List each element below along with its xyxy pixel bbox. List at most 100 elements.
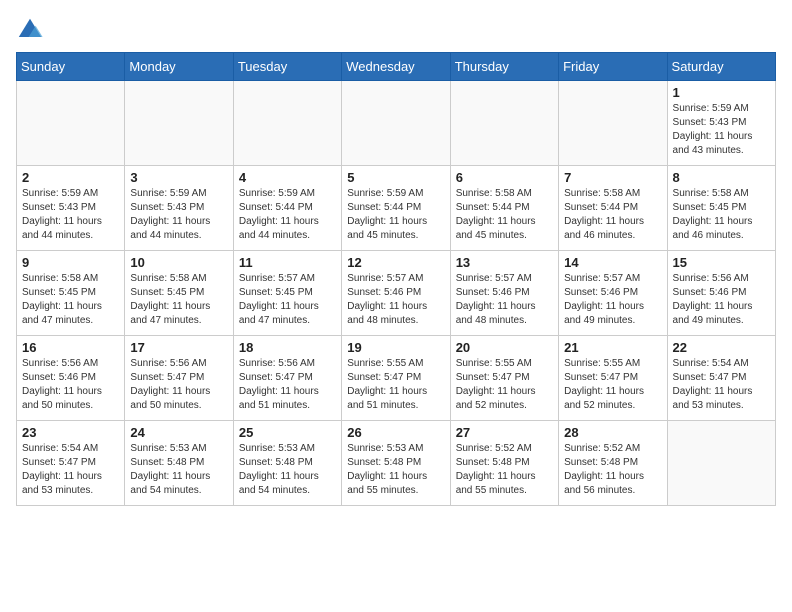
day-info: Sunrise: 5:57 AM Sunset: 5:46 PM Dayligh… [456,272,553,328]
calendar-day-header: Wednesday [342,53,450,81]
calendar-cell: 24 Sunrise: 5:53 AM Sunset: 5:48 PM Dayli… [125,421,233,506]
calendar-cell [342,81,450,166]
day-number: 15 [673,255,770,270]
calendar-cell: 16 Sunrise: 5:56 AM Sunset: 5:46 PM Dayli… [17,336,125,421]
day-info: Sunrise: 5:56 AM Sunset: 5:47 PM Dayligh… [130,357,227,413]
logo-icon [16,16,44,44]
calendar-cell: 25 Sunrise: 5:53 AM Sunset: 5:48 PM Dayli… [233,421,341,506]
calendar-cell: 18 Sunrise: 5:56 AM Sunset: 5:47 PM Dayli… [233,336,341,421]
calendar-cell [450,81,558,166]
day-info: Sunrise: 5:55 AM Sunset: 5:47 PM Dayligh… [347,357,444,413]
day-number: 7 [564,170,661,185]
calendar-cell: 22 Sunrise: 5:54 AM Sunset: 5:47 PM Dayli… [667,336,775,421]
calendar-cell: 9 Sunrise: 5:58 AM Sunset: 5:45 PM Daylig… [17,251,125,336]
day-info: Sunrise: 5:54 AM Sunset: 5:47 PM Dayligh… [22,442,119,498]
day-number: 26 [347,425,444,440]
day-number: 17 [130,340,227,355]
day-number: 5 [347,170,444,185]
calendar-cell: 1 Sunrise: 5:59 AM Sunset: 5:43 PM Daylig… [667,81,775,166]
calendar-day-header: Thursday [450,53,558,81]
day-info: Sunrise: 5:54 AM Sunset: 5:47 PM Dayligh… [673,357,770,413]
day-number: 3 [130,170,227,185]
day-number: 14 [564,255,661,270]
day-info: Sunrise: 5:59 AM Sunset: 5:43 PM Dayligh… [130,187,227,243]
calendar-cell: 7 Sunrise: 5:58 AM Sunset: 5:44 PM Daylig… [559,166,667,251]
calendar-cell: 15 Sunrise: 5:56 AM Sunset: 5:46 PM Dayli… [667,251,775,336]
calendar-cell: 3 Sunrise: 5:59 AM Sunset: 5:43 PM Daylig… [125,166,233,251]
day-info: Sunrise: 5:59 AM Sunset: 5:43 PM Dayligh… [22,187,119,243]
calendar-day-header: Monday [125,53,233,81]
day-number: 1 [673,85,770,100]
page-header [16,16,776,44]
day-info: Sunrise: 5:53 AM Sunset: 5:48 PM Dayligh… [347,442,444,498]
day-info: Sunrise: 5:58 AM Sunset: 5:44 PM Dayligh… [456,187,553,243]
day-info: Sunrise: 5:58 AM Sunset: 5:44 PM Dayligh… [564,187,661,243]
day-info: Sunrise: 5:59 AM Sunset: 5:44 PM Dayligh… [347,187,444,243]
day-info: Sunrise: 5:57 AM Sunset: 5:45 PM Dayligh… [239,272,336,328]
day-info: Sunrise: 5:55 AM Sunset: 5:47 PM Dayligh… [456,357,553,413]
calendar-header-row: SundayMondayTuesdayWednesdayThursdayFrid… [17,53,776,81]
calendar-day-header: Saturday [667,53,775,81]
day-info: Sunrise: 5:58 AM Sunset: 5:45 PM Dayligh… [22,272,119,328]
day-number: 9 [22,255,119,270]
day-number: 21 [564,340,661,355]
calendar-cell: 27 Sunrise: 5:52 AM Sunset: 5:48 PM Dayli… [450,421,558,506]
day-number: 13 [456,255,553,270]
calendar-cell: 5 Sunrise: 5:59 AM Sunset: 5:44 PM Daylig… [342,166,450,251]
calendar-cell: 21 Sunrise: 5:55 AM Sunset: 5:47 PM Dayli… [559,336,667,421]
calendar-cell [233,81,341,166]
calendar-day-header: Friday [559,53,667,81]
day-info: Sunrise: 5:55 AM Sunset: 5:47 PM Dayligh… [564,357,661,413]
day-info: Sunrise: 5:59 AM Sunset: 5:44 PM Dayligh… [239,187,336,243]
calendar-cell: 12 Sunrise: 5:57 AM Sunset: 5:46 PM Dayli… [342,251,450,336]
calendar-cell [667,421,775,506]
day-info: Sunrise: 5:52 AM Sunset: 5:48 PM Dayligh… [564,442,661,498]
calendar-cell: 10Sunrise: 5:58 AM Sunset: 5:45 PM Dayli… [125,251,233,336]
day-number: 10 [130,255,227,270]
day-number: 16 [22,340,119,355]
calendar-cell: 11 Sunrise: 5:57 AM Sunset: 5:45 PM Dayli… [233,251,341,336]
day-number: 28 [564,425,661,440]
calendar-week-row: 9 Sunrise: 5:58 AM Sunset: 5:45 PM Daylig… [17,251,776,336]
calendar-cell: 14Sunrise: 5:57 AM Sunset: 5:46 PM Dayli… [559,251,667,336]
day-info: Sunrise: 5:53 AM Sunset: 5:48 PM Dayligh… [130,442,227,498]
day-info: Sunrise: 5:52 AM Sunset: 5:48 PM Dayligh… [456,442,553,498]
day-number: 24 [130,425,227,440]
day-info: Sunrise: 5:56 AM Sunset: 5:46 PM Dayligh… [22,357,119,413]
calendar-cell: 17 Sunrise: 5:56 AM Sunset: 5:47 PM Dayli… [125,336,233,421]
day-number: 19 [347,340,444,355]
day-number: 18 [239,340,336,355]
day-info: Sunrise: 5:58 AM Sunset: 5:45 PM Dayligh… [673,187,770,243]
calendar-cell: 20Sunrise: 5:55 AM Sunset: 5:47 PM Dayli… [450,336,558,421]
day-info: Sunrise: 5:56 AM Sunset: 5:47 PM Dayligh… [239,357,336,413]
day-number: 11 [239,255,336,270]
day-number: 8 [673,170,770,185]
calendar-cell: 6 Sunrise: 5:58 AM Sunset: 5:44 PM Daylig… [450,166,558,251]
calendar-cell: 2 Sunrise: 5:59 AM Sunset: 5:43 PM Daylig… [17,166,125,251]
day-number: 2 [22,170,119,185]
day-number: 27 [456,425,553,440]
day-info: Sunrise: 5:56 AM Sunset: 5:46 PM Dayligh… [673,272,770,328]
day-number: 12 [347,255,444,270]
calendar-day-header: Sunday [17,53,125,81]
calendar-table: SundayMondayTuesdayWednesdayThursdayFrid… [16,52,776,506]
day-number: 23 [22,425,119,440]
day-info: Sunrise: 5:53 AM Sunset: 5:48 PM Dayligh… [239,442,336,498]
calendar-day-header: Tuesday [233,53,341,81]
calendar-week-row: 2 Sunrise: 5:59 AM Sunset: 5:43 PM Daylig… [17,166,776,251]
day-number: 25 [239,425,336,440]
logo [16,16,48,44]
calendar-cell: 23 Sunrise: 5:54 AM Sunset: 5:47 PM Dayli… [17,421,125,506]
calendar-cell: 26 Sunrise: 5:53 AM Sunset: 5:48 PM Dayli… [342,421,450,506]
calendar-cell: 13 Sunrise: 5:57 AM Sunset: 5:46 PM Dayli… [450,251,558,336]
calendar-week-row: 16 Sunrise: 5:56 AM Sunset: 5:46 PM Dayli… [17,336,776,421]
calendar-cell: 19 Sunrise: 5:55 AM Sunset: 5:47 PM Dayli… [342,336,450,421]
calendar-cell [17,81,125,166]
day-info: Sunrise: 5:57 AM Sunset: 5:46 PM Dayligh… [347,272,444,328]
day-number: 4 [239,170,336,185]
day-number: 6 [456,170,553,185]
calendar-cell: 8 Sunrise: 5:58 AM Sunset: 5:45 PM Daylig… [667,166,775,251]
day-number: 22 [673,340,770,355]
day-info: Sunrise: 5:59 AM Sunset: 5:43 PM Dayligh… [673,102,770,158]
calendar-cell [559,81,667,166]
